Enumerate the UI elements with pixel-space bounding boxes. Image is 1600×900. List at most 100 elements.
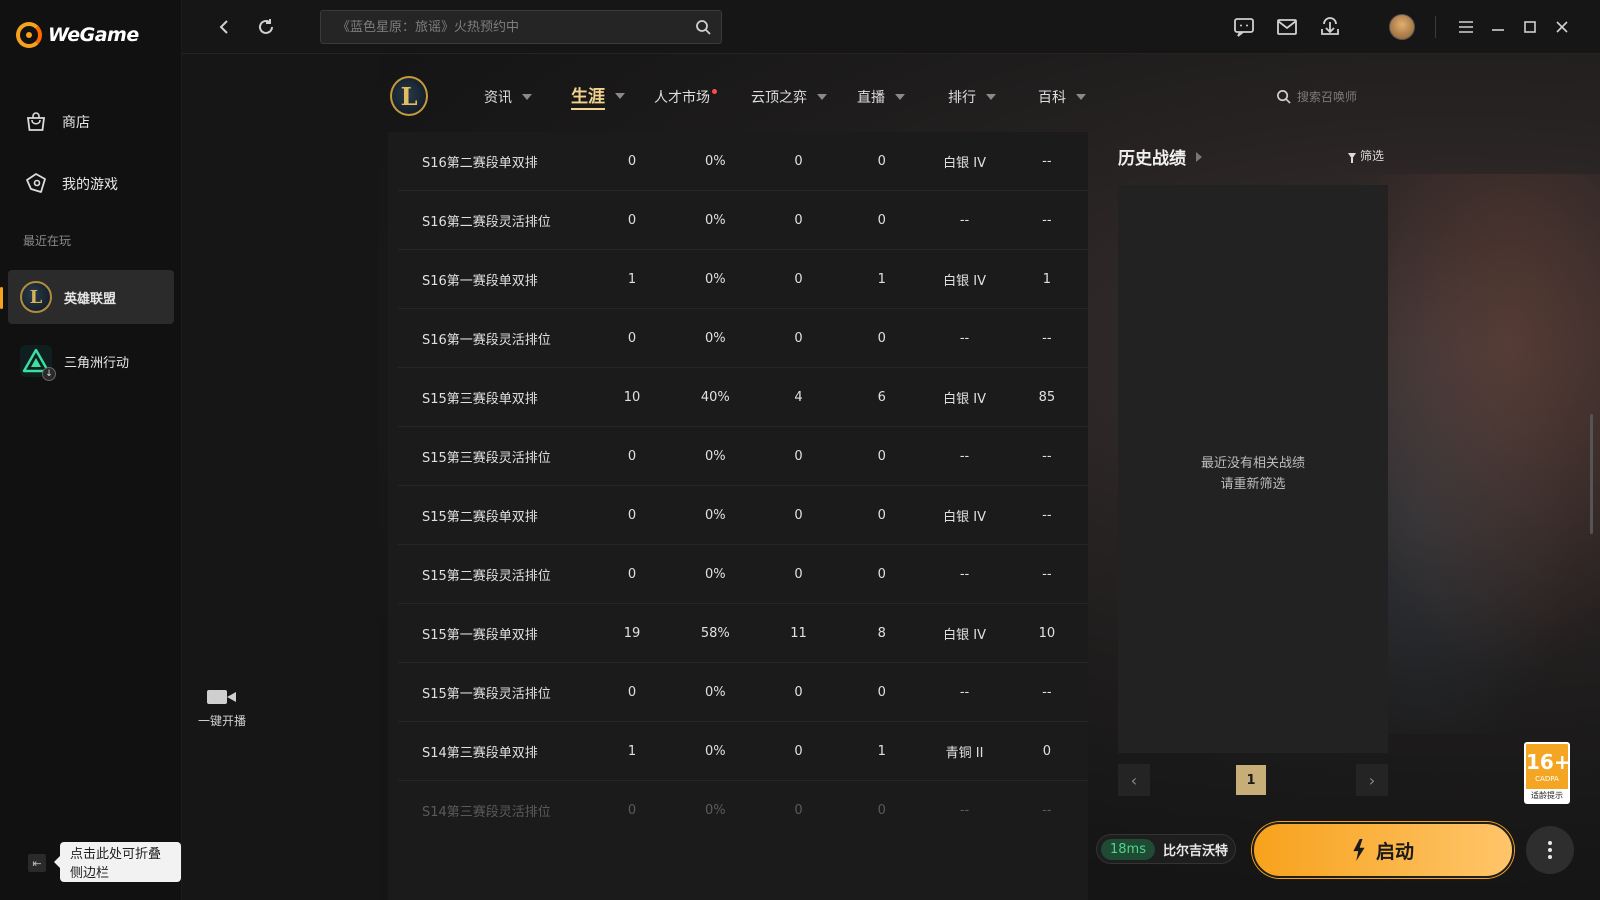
history-list: 最近没有相关战绩 请重新筛选	[1118, 185, 1388, 753]
shopping-bag-icon	[24, 110, 48, 134]
table-cell: --	[1042, 153, 1052, 169]
secondary-strip	[182, 54, 378, 900]
chevron-right-icon	[1196, 151, 1202, 162]
caret-down-icon	[895, 94, 905, 100]
table-cell: S16第二赛段灵活排位	[422, 214, 551, 230]
chevron-left-icon	[219, 20, 228, 34]
table-cell: 19	[623, 625, 641, 641]
server-selector[interactable]: 18ms 比尔吉沃特	[1096, 834, 1236, 864]
more-options-button[interactable]	[1526, 826, 1574, 874]
summoner-search[interactable]: 搜索召唤师	[1276, 88, 1357, 105]
video-camera-icon	[207, 688, 237, 706]
history-pager: ‹ 1 ›	[1118, 764, 1388, 796]
download-manager-button[interactable]	[1316, 13, 1344, 41]
table-cell: 0	[877, 803, 886, 818]
table-cell: 0%	[704, 448, 726, 464]
table-cell: 0	[627, 448, 637, 464]
table-cell: --	[959, 448, 970, 464]
table-cell: 0%	[704, 803, 726, 818]
prev-page-button[interactable]: ‹	[1118, 764, 1150, 796]
game-nav-career[interactable]: 生涯	[571, 83, 625, 110]
table-cell: 0%	[704, 566, 726, 582]
table-cell: --	[959, 684, 970, 700]
table-cell: 0	[627, 566, 637, 582]
wegame-logo[interactable]: WeGame	[16, 22, 139, 48]
sidebar-item-my-games[interactable]: 我的游戏	[8, 158, 174, 210]
table-row: S15第二赛段单双排 0 0% 0 0 白银 IV --	[398, 486, 1088, 545]
table-cell: 0	[877, 684, 886, 700]
league-of-legends-logo[interactable]: L	[390, 76, 428, 116]
history-title[interactable]: 历史战绩	[1118, 144, 1202, 169]
table-cell: --	[1042, 212, 1052, 228]
table-cell: --	[1042, 566, 1052, 582]
table-cell: 0%	[704, 212, 726, 228]
global-search-box[interactable]	[320, 10, 722, 44]
table-row: S15第三赛段单双排 10 40% 4 6 白银 IV 85	[398, 368, 1088, 427]
age-rating-badge[interactable]: 16+ CADPA 适龄提示	[1524, 742, 1571, 804]
table-cell: 0%	[704, 153, 726, 169]
table-row: S16第一赛段灵活排位 0 0% 0 0 -- --	[398, 309, 1088, 368]
refresh-button[interactable]	[252, 13, 280, 41]
table-cell: 10	[1038, 625, 1056, 641]
game-nav-wiki[interactable]: 百科	[1038, 84, 1086, 110]
wegame-logo-icon	[16, 22, 42, 48]
league-of-legends-icon: L	[20, 281, 52, 313]
chat-button[interactable]	[1230, 13, 1258, 41]
main-content: 一键开播 L 资讯 生涯 人才市场 云顶之弈 直播 排行 百科 搜索召唤师 S1…	[182, 54, 1600, 900]
close-button[interactable]	[1548, 13, 1576, 41]
sidebar-game-label: 英雄联盟	[64, 291, 117, 307]
table-cell: 白银 IV	[943, 391, 986, 407]
table-cell: --	[1042, 507, 1052, 523]
table-cell: 1	[1042, 271, 1051, 287]
table-cell: 0	[794, 330, 803, 346]
collapse-sidebar-button[interactable]: ⇤	[28, 854, 46, 872]
search-icon[interactable]	[695, 19, 711, 35]
filter-button[interactable]: 筛选	[1348, 147, 1384, 164]
game-nav-ranking[interactable]: 排行	[948, 84, 996, 110]
maximize-button[interactable]	[1516, 13, 1544, 41]
collapse-tooltip: 点击此处可折叠侧边栏	[54, 842, 181, 882]
minimize-button[interactable]	[1484, 13, 1512, 41]
game-nav-news[interactable]: 资讯	[484, 84, 532, 110]
livecast-label: 一键开播	[197, 714, 246, 728]
table-row: S16第二赛段单双排 0 0% 0 0 白银 IV --	[398, 132, 1088, 191]
table-cell: 0%	[704, 271, 726, 287]
sidebar-item-store[interactable]: 商店	[8, 96, 174, 148]
one-click-stream-button[interactable]: 一键开播	[192, 688, 252, 729]
summoner-search-placeholder: 搜索召唤师	[1297, 90, 1358, 104]
search-icon	[1277, 90, 1291, 104]
table-row: S15第一赛段灵活排位 0 0% 0 0 -- --	[398, 663, 1088, 722]
table-cell: 0	[794, 684, 803, 700]
current-page[interactable]: 1	[1236, 765, 1266, 795]
table-cell: S15第三赛段灵活排位	[422, 450, 551, 466]
ping-badge: 18ms	[1101, 838, 1155, 860]
launch-button[interactable]: 启动	[1252, 822, 1514, 878]
table-cell: 0	[627, 803, 637, 818]
table-cell: 11	[790, 625, 807, 641]
table-cell: 0	[794, 212, 803, 228]
game-nav-tft[interactable]: 云顶之弈	[751, 84, 827, 110]
menu-button[interactable]	[1452, 13, 1480, 41]
table-row: S16第二赛段灵活排位 0 0% 0 0 -- --	[398, 191, 1088, 250]
table-cell: 白银 IV	[943, 273, 986, 289]
sidebar-game-delta-force[interactable]: ↓ 三角洲行动	[8, 334, 174, 388]
global-search-input[interactable]	[337, 19, 695, 35]
caret-down-icon	[986, 94, 996, 100]
table-cell: 0	[794, 566, 803, 582]
mail-button[interactable]	[1273, 13, 1301, 41]
next-page-button[interactable]: ›	[1356, 764, 1388, 796]
game-nav-talent-market[interactable]: 人才市场	[654, 84, 721, 110]
table-cell: 0%	[704, 507, 726, 523]
page-scrollbar[interactable]	[1590, 414, 1593, 534]
back-button[interactable]	[210, 13, 238, 41]
app-name: WeGame	[48, 24, 139, 46]
table-cell: 0	[877, 448, 886, 464]
game-nav-live[interactable]: 直播	[857, 84, 905, 110]
lightning-icon	[1353, 839, 1365, 861]
user-avatar[interactable]	[1389, 14, 1415, 40]
table-cell: 0%	[704, 330, 726, 346]
table-row: S16第一赛段单双排 1 0% 0 1 白银 IV 1	[398, 250, 1088, 309]
sidebar-game-league-of-legends[interactable]: L 英雄联盟	[8, 270, 174, 324]
table-cell: 0	[627, 684, 637, 700]
table-cell: 0	[794, 743, 803, 759]
